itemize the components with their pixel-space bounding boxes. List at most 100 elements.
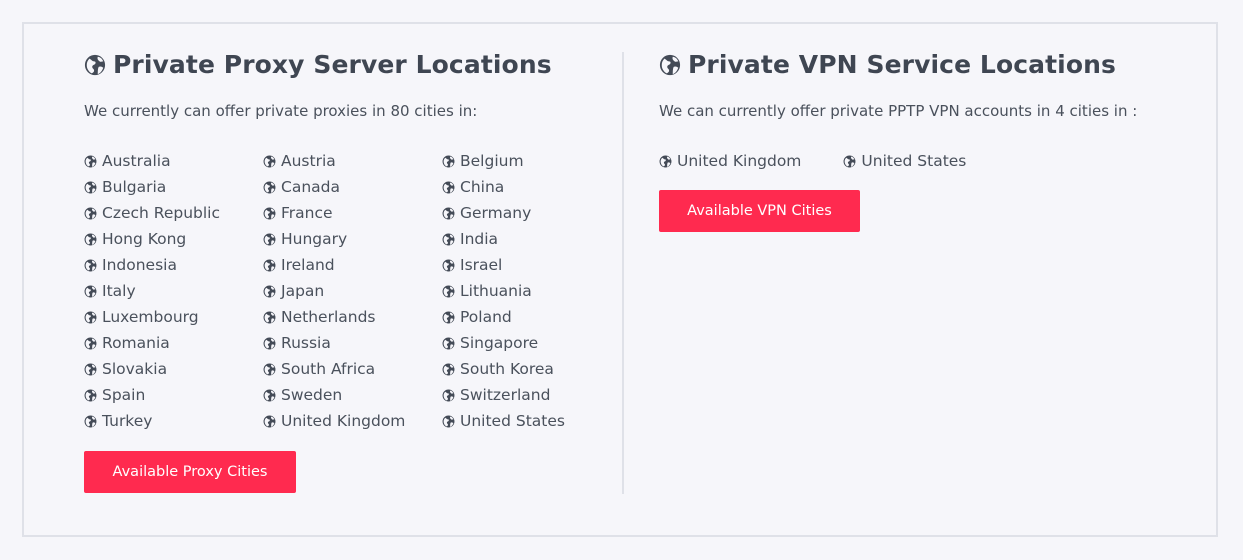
location-name: Germany — [460, 204, 532, 222]
location-name: Spain — [102, 386, 146, 404]
location-item: United Kingdom — [263, 408, 442, 434]
globe-icon — [84, 415, 97, 427]
location-item: Australia — [84, 148, 263, 174]
globe-icon — [263, 415, 276, 427]
globe-icon — [442, 389, 455, 401]
location-name: Turkey — [102, 412, 153, 430]
vpn-intro: We can currently offer private PPTP VPN … — [659, 102, 1138, 120]
column-divider — [622, 52, 624, 494]
location-name: Slovakia — [102, 360, 168, 378]
location-name: Singapore — [460, 334, 539, 352]
globe-icon — [84, 285, 97, 297]
location-name: Ireland — [281, 256, 335, 274]
vpn-title: Private VPN Service Locations — [688, 50, 1116, 79]
location-name: China — [460, 178, 505, 196]
location-name: United Kingdom — [677, 152, 802, 170]
location-name: Czech Republic — [102, 204, 221, 222]
globe-icon — [84, 259, 97, 271]
proxy-intro: We currently can offer private proxies i… — [84, 102, 478, 120]
location-item: China — [442, 174, 621, 200]
location-item: United Kingdom — [659, 148, 801, 174]
globe-icon — [263, 207, 276, 219]
location-item: Bulgaria — [84, 174, 263, 200]
location-name: Italy — [102, 282, 136, 300]
available-proxy-cities-button[interactable]: Available Proxy Cities — [84, 451, 296, 493]
globe-icon — [263, 337, 276, 349]
globe-icon — [84, 155, 97, 167]
globe-icon — [659, 54, 681, 75]
location-name: Hungary — [281, 230, 348, 248]
location-item: South Korea — [442, 356, 621, 382]
globe-icon — [263, 311, 276, 323]
location-item: Spain — [84, 382, 263, 408]
globe-icon — [84, 337, 97, 349]
location-name: France — [281, 204, 333, 222]
available-vpn-cities-button[interactable]: Available VPN Cities — [659, 190, 860, 232]
globe-icon — [263, 233, 276, 245]
location-name: Russia — [281, 334, 331, 352]
globe-icon — [442, 363, 455, 375]
globe-icon — [442, 415, 455, 427]
globe-icon — [263, 389, 276, 401]
globe-icon — [263, 363, 276, 375]
location-name: Luxembourg — [102, 308, 199, 326]
globe-icon — [84, 207, 97, 219]
globe-icon — [84, 233, 97, 245]
globe-icon — [84, 363, 97, 375]
location-item: Poland — [442, 304, 621, 330]
globe-icon — [263, 155, 276, 167]
globe-icon — [263, 259, 276, 271]
globe-icon — [442, 285, 455, 297]
location-item: Singapore — [442, 330, 621, 356]
globe-icon — [442, 155, 455, 167]
location-item: Ireland — [263, 252, 442, 278]
proxy-section-title-row: Private Proxy Server Locations — [84, 50, 552, 79]
globe-icon — [442, 181, 455, 193]
vpn-section-title-row: Private VPN Service Locations — [659, 50, 1116, 79]
globe-icon — [843, 155, 856, 167]
proxy-location-list: Australia Austria Belgium Bulgaria Canada Chi… — [84, 148, 621, 434]
location-name: Poland — [460, 308, 512, 326]
location-item: Hungary — [263, 226, 442, 252]
location-item: Slovakia — [84, 356, 263, 382]
location-item: United States — [843, 148, 966, 174]
globe-icon — [84, 311, 97, 323]
location-item: Russia — [263, 330, 442, 356]
location-name: Israel — [460, 256, 503, 274]
globe-icon — [84, 181, 97, 193]
locations-panel: Private Proxy Server Locations We curren… — [22, 22, 1218, 537]
location-item: United States — [442, 408, 621, 434]
location-name: Sweden — [281, 386, 343, 404]
location-name: Lithuania — [460, 282, 532, 300]
location-name: Canada — [281, 178, 340, 196]
globe-icon — [84, 389, 97, 401]
location-name: United States — [460, 412, 565, 430]
location-name: Indonesia — [102, 256, 177, 274]
location-name: United States — [861, 152, 967, 170]
location-name: India — [460, 230, 499, 248]
location-item: Luxembourg — [84, 304, 263, 330]
location-name: Netherlands — [281, 308, 376, 326]
location-item: Italy — [84, 278, 263, 304]
location-name: Belgium — [460, 152, 524, 170]
location-name: South Korea — [460, 360, 554, 378]
location-item: Belgium — [442, 148, 621, 174]
location-item: Israel — [442, 252, 621, 278]
location-item: Germany — [442, 200, 621, 226]
location-item: Switzerland — [442, 382, 621, 408]
globe-icon — [442, 311, 455, 323]
location-item: Japan — [263, 278, 442, 304]
location-item: Hong Kong — [84, 226, 263, 252]
globe-icon — [442, 233, 455, 245]
location-item: Austria — [263, 148, 442, 174]
location-item: India — [442, 226, 621, 252]
location-name: Switzerland — [460, 386, 551, 404]
location-name: United Kingdom — [281, 412, 406, 430]
location-item: Turkey — [84, 408, 263, 434]
location-name: Romania — [102, 334, 170, 352]
location-item: Indonesia — [84, 252, 263, 278]
location-item: Netherlands — [263, 304, 442, 330]
location-name: South Africa — [281, 360, 376, 378]
globe-icon — [442, 259, 455, 271]
location-name: Bulgaria — [102, 178, 167, 196]
